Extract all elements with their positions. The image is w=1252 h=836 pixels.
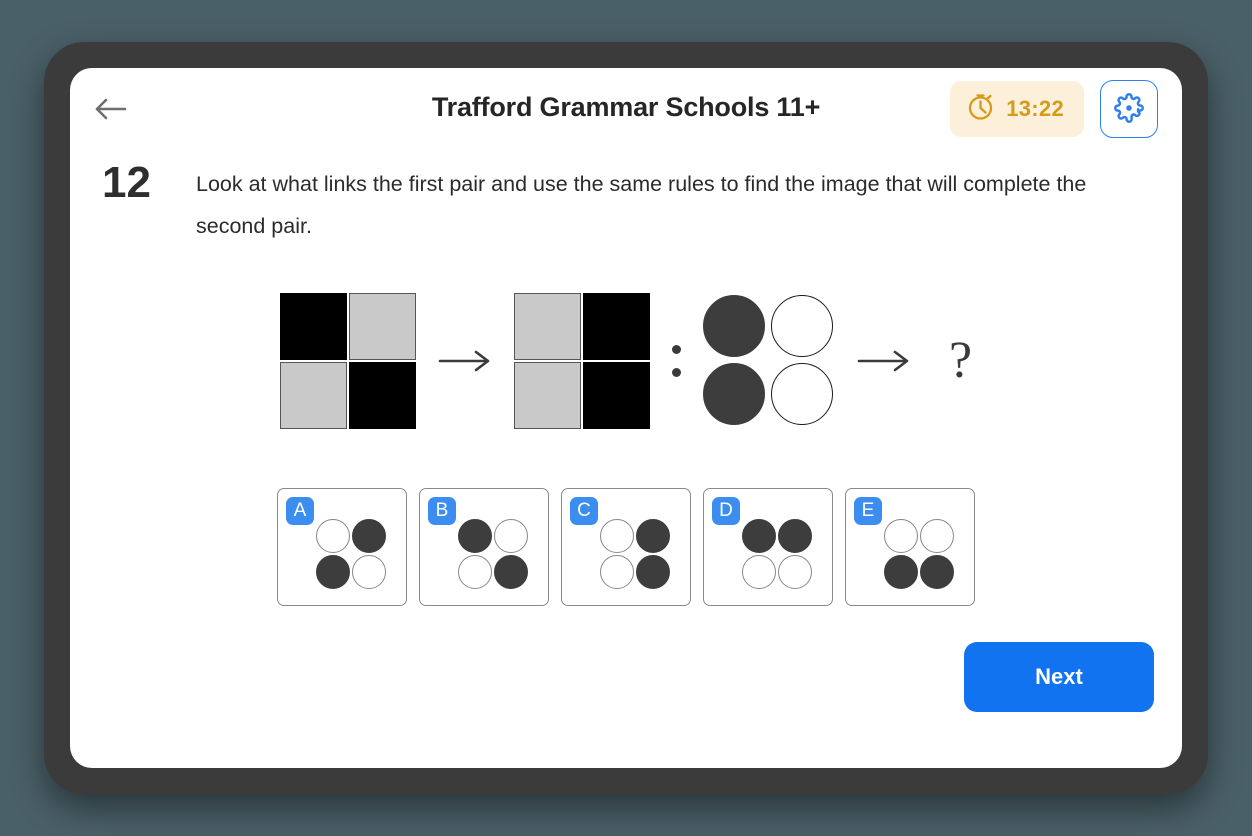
figure-a-cell-3 — [279, 361, 347, 429]
settings-button[interactable] — [1100, 80, 1158, 138]
option-c[interactable]: C — [561, 487, 691, 606]
option-b-cell-1 — [458, 518, 492, 553]
option-e-cell-3 — [884, 554, 918, 589]
figure-b-cell-2 — [582, 292, 650, 360]
arrow-right-icon-1 — [438, 349, 492, 373]
figure-b-cell-4 — [582, 361, 650, 429]
option-d-cell-3 — [742, 554, 776, 589]
figure-c-cell-2 — [770, 294, 833, 357]
option-b-cell-2 — [494, 518, 528, 553]
option-c-cell-3 — [600, 554, 634, 589]
gear-icon — [1114, 92, 1144, 126]
header-actions: 13:22 — [950, 80, 1158, 138]
question-row: 12 Look at what links the first pair and… — [70, 150, 1182, 248]
option-c-cell-1 — [600, 518, 634, 553]
option-b-cell-4 — [494, 554, 528, 589]
figure-a-cell-2 — [348, 292, 416, 360]
option-a-cell-3 — [316, 554, 350, 589]
option-c-cell-2 — [636, 518, 670, 553]
arrow-left-icon — [94, 96, 128, 122]
option-a-figure — [316, 518, 386, 589]
option-b-figure — [458, 518, 528, 589]
option-a-cell-2 — [352, 518, 386, 553]
app-header: Trafford Grammar Schools 11+ 13:22 — [70, 68, 1182, 150]
figure-a — [279, 292, 416, 429]
figure-a-cell-1 — [279, 292, 347, 360]
question-text: Look at what links the first pair and us… — [196, 172, 1087, 238]
figure-c-cell-1 — [702, 294, 765, 357]
next-button[interactable]: Next — [964, 641, 1154, 712]
option-c-cell-4 — [636, 554, 670, 589]
figure-c-cell-3 — [702, 362, 765, 425]
answer-options: A B C D E — [70, 487, 1182, 606]
option-e-cell-1 — [884, 518, 918, 553]
device-frame: Trafford Grammar Schools 11+ 13:22 12 Lo… — [44, 42, 1208, 794]
colon-dot-top — [671, 344, 681, 354]
option-d-badge: D — [712, 496, 740, 525]
figure-c-cell-4 — [770, 362, 833, 425]
option-e-badge: E — [854, 496, 882, 525]
figure-a-cell-4 — [348, 361, 416, 429]
option-b-badge: B — [428, 496, 456, 525]
option-c-badge: C — [570, 496, 598, 525]
option-c-figure — [600, 518, 670, 589]
timer-display[interactable]: 13:22 — [950, 81, 1084, 137]
back-button[interactable] — [88, 88, 134, 130]
option-d-cell-4 — [778, 554, 812, 589]
footer-actions: Next — [70, 641, 1182, 712]
option-a[interactable]: A — [277, 487, 407, 606]
option-d-cell-1 — [742, 518, 776, 553]
figure-b-cell-1 — [513, 292, 581, 360]
stopwatch-icon — [966, 92, 995, 126]
option-d-cell-2 — [778, 518, 812, 553]
figure-b — [513, 292, 650, 429]
option-e-cell-2 — [920, 518, 954, 553]
option-d[interactable]: D — [703, 487, 833, 606]
question-number: 12 — [102, 158, 151, 207]
option-d-figure — [742, 518, 812, 589]
stimulus-area: ? — [70, 286, 1182, 436]
pair-separator-colon — [671, 344, 681, 377]
app-screen: Trafford Grammar Schools 11+ 13:22 12 Lo… — [70, 68, 1182, 768]
option-a-badge: A — [286, 496, 314, 525]
option-b[interactable]: B — [419, 487, 549, 606]
colon-dot-bottom — [671, 367, 681, 377]
option-e-cell-4 — [920, 554, 954, 589]
option-a-cell-4 — [352, 554, 386, 589]
figure-c — [702, 294, 835, 427]
option-b-cell-3 — [458, 554, 492, 589]
timer-value: 13:22 — [1006, 96, 1064, 121]
answer-placeholder: ? — [948, 331, 973, 389]
figure-b-cell-3 — [513, 361, 581, 429]
option-e-figure — [884, 518, 954, 589]
arrow-right-icon-2 — [857, 349, 911, 373]
option-a-cell-1 — [316, 518, 350, 553]
option-e[interactable]: E — [845, 487, 975, 606]
